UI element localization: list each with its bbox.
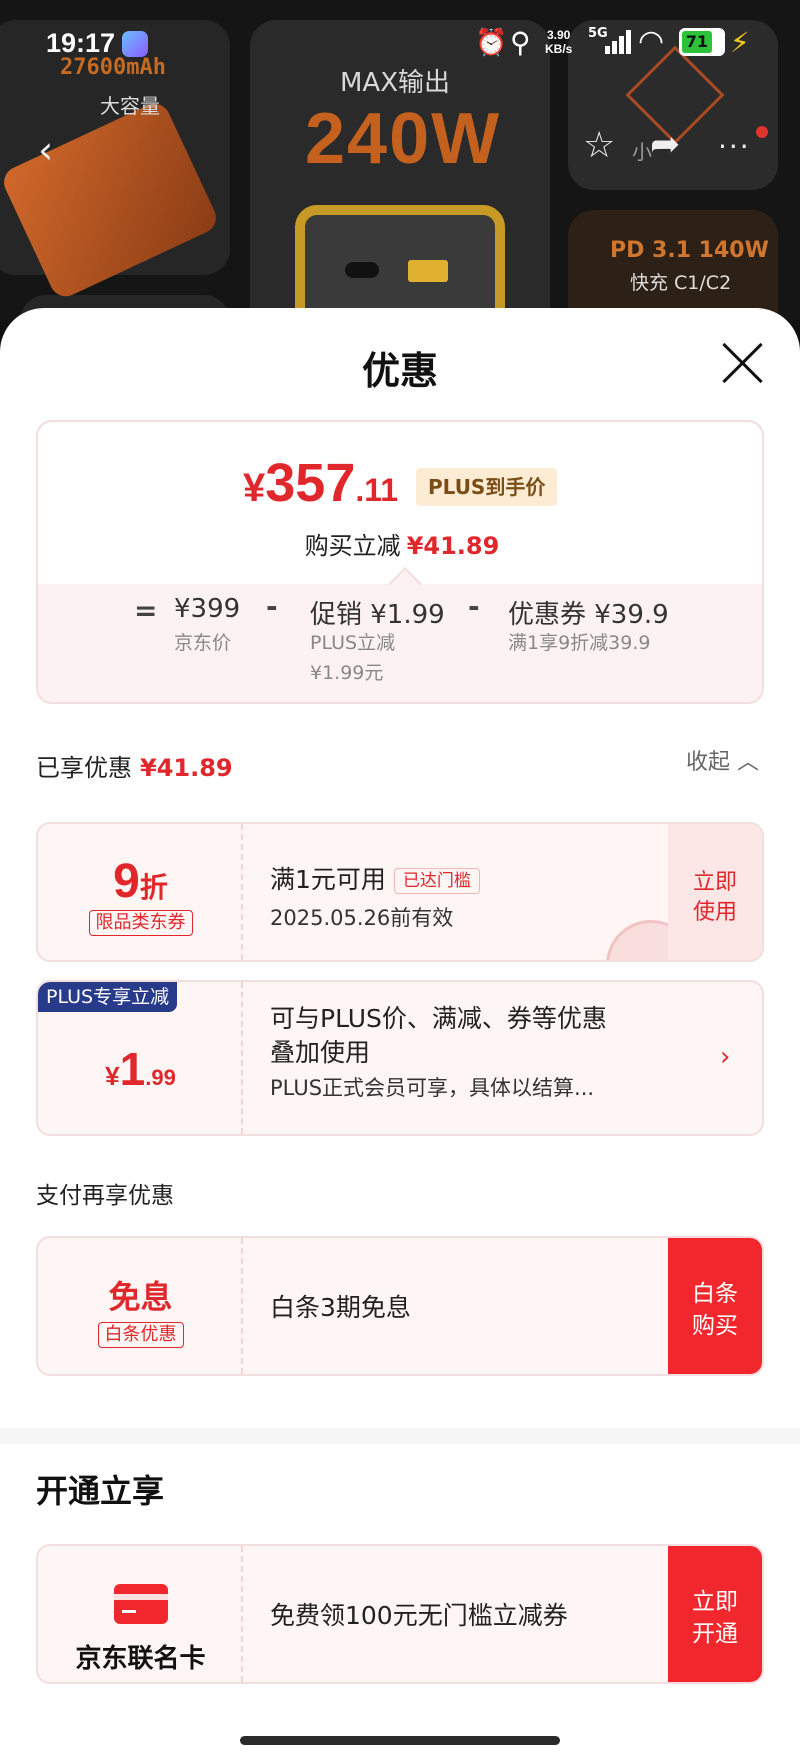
baitiao-label-text: 白条优惠 — [97, 1322, 184, 1348]
cobrand-info: 免费领100元无门槛立减券 — [270, 1596, 568, 1632]
final-price: ¥357.11 — [243, 452, 398, 514]
baitiao-buy-label: 白条 购买 — [692, 1281, 738, 1339]
discount-number: 9 — [113, 855, 140, 908]
battery-level: 71 — [682, 31, 712, 53]
capacity-sub-text: 大容量 — [100, 94, 160, 118]
reduce-amount: ¥41.89 — [406, 532, 500, 560]
plus-reduce-int: 1 — [119, 1043, 146, 1095]
final-price-dec: .11 — [355, 472, 399, 508]
coupon-type-text: 限品类东券 — [88, 910, 193, 936]
enjoyed-label: 已享优惠 — [36, 754, 132, 782]
coupon-left-panel: 京东联名卡 — [38, 1546, 243, 1682]
minus-sign-2: - — [468, 590, 480, 623]
plus-price-tag: PLUS到手价 — [416, 468, 558, 506]
coupon-card-cobrand[interactable]: 京东联名卡 免费领100元无门槛立减券 立即 开通 — [36, 1544, 764, 1684]
coupon-discount-value: 9折 — [38, 854, 243, 909]
baitiao-title: 白条3期免息 — [270, 1293, 411, 1322]
plus-reduce-dec: .99 — [145, 1065, 176, 1090]
reduce-label: 购买立减 — [304, 532, 401, 560]
wifi-icon: ◠ — [638, 24, 665, 59]
signal-icon — [605, 30, 631, 54]
enjoyed-amount: ¥41.89 — [140, 754, 233, 782]
usb-a-port — [408, 260, 448, 282]
pay-section-label: 支付再享优惠 — [36, 1183, 174, 1209]
share-icon[interactable]: ➦ — [650, 124, 680, 165]
coupon-info: 满1元可用 已达门槛 2025.05.26前有效 — [270, 860, 480, 932]
charging-icon: ⚡ — [730, 26, 750, 59]
discount-sheet: 优惠 ¥357.11 PLUS到手价 购买立减 ¥41.89 = ¥399 京东价… — [0, 308, 800, 1759]
plus-title-2: 叠加使用 — [270, 1038, 371, 1067]
status-bar: 19:17 ⏰ ⚲ 3.90 KB/s 5G ◠ 71 ⚡ — [0, 0, 800, 90]
minus-sign-1: - — [266, 590, 278, 623]
baitiao-info: 白条3期免息 — [270, 1288, 411, 1324]
cobrand-title: 免费领100元无门槛立减券 — [270, 1601, 568, 1630]
plus-desc: PLUS正式会员可享，具体以结算... — [270, 1076, 595, 1100]
card-icon — [114, 1584, 168, 1624]
equals-sign: = — [134, 594, 158, 627]
coupon-left-panel: 免息 白条优惠 — [38, 1238, 243, 1374]
coupon-expiry: 2025.05.26前有效 — [270, 906, 454, 930]
net-speed-value: 3.90 — [546, 28, 571, 42]
close-icon[interactable] — [720, 340, 766, 386]
baitiao-label: 白条优惠 — [38, 1322, 243, 1348]
collapse-button[interactable]: 收起 ︿ — [686, 744, 759, 776]
coupon-value: 优惠券 ¥39.9 — [508, 600, 669, 630]
coupon-title: 满1元可用 已达门槛 — [270, 860, 480, 896]
jd-price-label: 京东价 — [174, 632, 232, 654]
coupon-type-label: 限品类东券 — [38, 910, 243, 936]
plus-reduce-yen: ¥ — [105, 1061, 120, 1091]
alarm-icon: ⏰ — [475, 28, 508, 58]
location-icon: ⚲ — [510, 26, 531, 59]
coupon-title-text: 满1元可用 — [270, 865, 386, 894]
gallery-tile-pd[interactable] — [568, 210, 778, 320]
back-chevron-icon[interactable]: ‹ — [38, 128, 53, 172]
open-now-label: 立即 开通 — [692, 1589, 738, 1647]
coupon-card-plus[interactable]: ¥1.99 PLUS专享立减 可与PLUS价、满减、券等优惠 叠加使用 PLUS… — [36, 980, 764, 1136]
coupon-left-panel: 9折 限品类东券 — [38, 824, 243, 960]
promo-sub-1: PLUS立减 — [310, 632, 396, 654]
enjoyed-discount-row: 已享优惠 ¥41.89 — [36, 748, 233, 783]
promo-value: 促销 ¥1.99 — [310, 600, 445, 630]
plus-title-1: 可与PLUS价、满减、券等优惠 — [270, 1004, 607, 1033]
final-price-yen: ¥ — [243, 466, 266, 510]
star-icon[interactable]: ☆ — [583, 125, 615, 166]
cobrand-card-label: 京东联名卡 — [75, 1644, 206, 1674]
battery-icon: 71 — [679, 28, 725, 56]
interest-free-value: 免息 — [108, 1279, 173, 1315]
net-speed: 3.90 KB/s — [545, 28, 572, 56]
chevron-right-icon[interactable]: › — [720, 1042, 730, 1072]
coupon-sub: 满1享9折减39.9 — [508, 632, 651, 654]
notification-dot — [756, 126, 768, 138]
use-now-button[interactable]: 立即 使用 — [668, 824, 762, 960]
discount-unit: 折 — [139, 872, 168, 903]
more-icon[interactable]: ··· — [718, 130, 751, 163]
plus-reduce-value: ¥1.99 — [38, 1042, 243, 1096]
small-label: 小 — [632, 140, 652, 164]
promo-sub-2: ¥1.99元 — [310, 662, 384, 684]
coupon-card-discount[interactable]: 9折 限品类东券 满1元可用 已达门槛 2025.05.26前有效 立即 使用 — [36, 822, 764, 962]
reduce-row: 购买立减 ¥41.89 — [38, 526, 762, 561]
coupon-card-baitiao[interactable]: 免息 白条优惠 白条3期免息 白条 购买 — [36, 1236, 764, 1376]
baitiao-buy-button[interactable]: 白条 购买 — [668, 1238, 762, 1374]
usb-c-port — [345, 262, 379, 278]
app-notification-icon — [122, 31, 148, 57]
open-now-button[interactable]: 立即 开通 — [668, 1546, 762, 1682]
use-now-label: 立即 使用 — [692, 870, 737, 925]
home-indicator[interactable] — [240, 1736, 560, 1745]
plus-exclusive-badge: PLUS专享立减 — [38, 982, 178, 1012]
clock: 19:17 — [46, 28, 116, 58]
plus-info: 可与PLUS价、满减、券等优惠 叠加使用 PLUS正式会员可享，具体以结算... — [270, 1002, 607, 1102]
jd-price: ¥399 — [174, 594, 241, 624]
wattage-text: 240W — [305, 99, 502, 179]
sheet-title: 优惠 — [361, 349, 438, 393]
final-price-int: 357 — [265, 453, 356, 513]
charger-product-image — [295, 205, 505, 320]
net-speed-unit: KB/s — [545, 42, 573, 56]
pd-sub-text: 快充 C1/C2 — [630, 272, 732, 294]
price-summary-card: ¥357.11 PLUS到手价 购买立减 ¥41.89 = ¥399 京东价 - … — [36, 420, 764, 704]
threshold-badge: 已达门槛 — [393, 868, 480, 894]
open-section-title: 开通立享 — [36, 1472, 165, 1510]
section-divider — [0, 1428, 800, 1444]
pd-text: PD 3.1 140W — [610, 238, 769, 263]
